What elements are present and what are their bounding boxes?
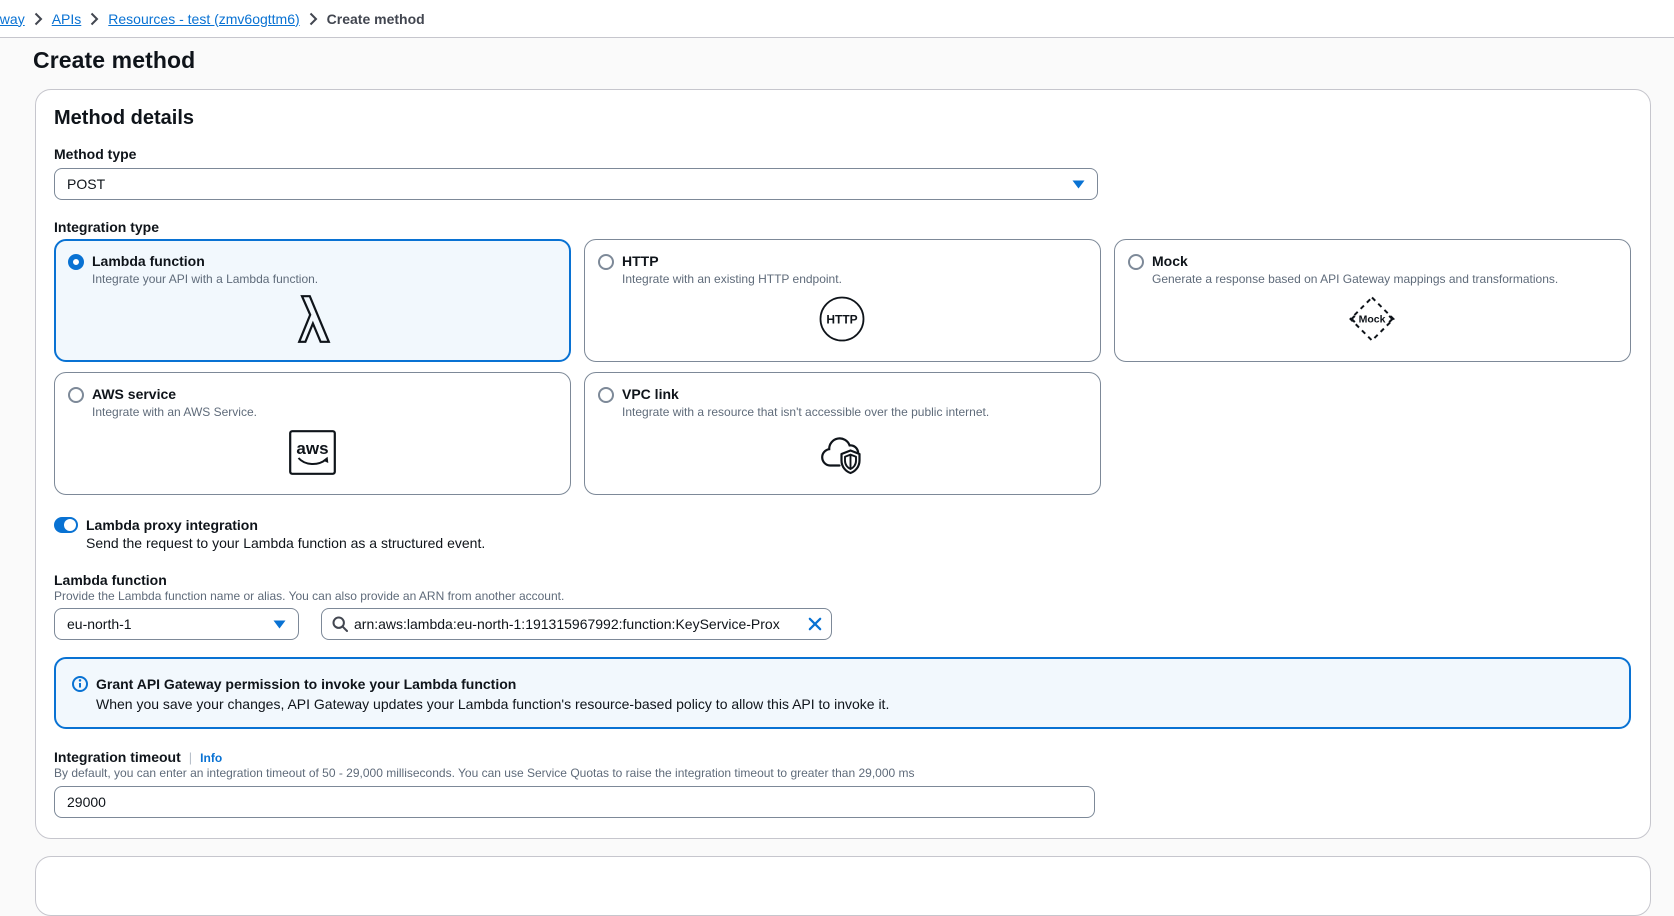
tile-description: Generate a response based on API Gateway… [1152, 271, 1616, 287]
integration-timeout-description: By default, you can enter an integration… [54, 767, 1631, 780]
aws-service-icon: aws [289, 430, 336, 475]
radio-vpc-link[interactable] [598, 387, 614, 403]
tile-label: VPC link [622, 385, 679, 403]
radio-http[interactable] [598, 254, 614, 270]
svg-text:Mock: Mock [1359, 314, 1386, 326]
lambda-proxy-description: Send the request to your Lambda function… [86, 534, 1631, 552]
integration-timeout-field: Integration timeout | Info By default, y… [54, 748, 1631, 818]
chevron-right-icon [34, 12, 43, 26]
method-type-select[interactable]: POST [54, 168, 1098, 200]
lambda-function-label: Lambda function [54, 571, 1631, 589]
integration-type-label: Integration type [54, 218, 1631, 236]
breadcrumb-bar: API Gateway APIs Resources - test (zmv6o… [0, 0, 1674, 38]
http-icon: HTTP [819, 296, 865, 342]
integration-timeout-input[interactable] [54, 786, 1095, 818]
radio-aws-service[interactable] [68, 387, 84, 403]
lambda-function-field: Lambda function Provide the Lambda funct… [54, 571, 1631, 640]
label-divider: | [189, 750, 192, 765]
tile-mock[interactable]: Mock Generate a response based on API Ga… [1114, 239, 1631, 362]
breadcrumb: API Gateway APIs Resources - test (zmv6o… [0, 11, 425, 27]
page-title: Create method [33, 46, 1651, 74]
integration-type-tiles: Lambda function Integrate your API with … [54, 239, 1631, 495]
lambda-proxy-field: Lambda proxy integration Send the reques… [54, 516, 1631, 552]
radio-mock[interactable] [1128, 254, 1144, 270]
info-link[interactable]: Info [200, 751, 222, 765]
radio-lambda-function[interactable] [68, 254, 84, 270]
next-section-card [35, 856, 1651, 916]
caret-down-icon [273, 620, 286, 629]
svg-text:HTTP: HTTP [826, 313, 857, 327]
caret-down-icon [1072, 180, 1085, 189]
tile-aws-service[interactable]: AWS service Integrate with an AWS Servic… [54, 372, 571, 495]
content-area: Create method Method details Method type… [0, 46, 1674, 916]
search-icon [332, 616, 348, 632]
svg-text:aws: aws [296, 439, 328, 458]
region-selected-value: eu-north-1 [67, 616, 132, 632]
chevron-right-icon [90, 12, 99, 26]
mock-icon: Mock [1347, 295, 1397, 343]
vpc-link-icon [819, 429, 865, 475]
breadcrumb-current: Create method [327, 11, 425, 27]
tile-description: Integrate with a resource that isn't acc… [622, 404, 1086, 420]
permission-info-alert: Grant API Gateway permission to invoke y… [54, 657, 1631, 729]
lambda-arn-input[interactable] [354, 616, 802, 632]
alert-title: Grant API Gateway permission to invoke y… [96, 674, 889, 694]
lambda-icon [293, 295, 331, 343]
breadcrumb-link-apis[interactable]: APIs [52, 11, 82, 27]
breadcrumb-link-resources[interactable]: Resources - test (zmv6ogttm6) [108, 11, 299, 27]
method-type-field: Method type POST [54, 145, 1631, 200]
tile-description: Integrate with an existing HTTP endpoint… [622, 271, 1086, 287]
method-type-label: Method type [54, 145, 1631, 163]
lambda-proxy-label: Lambda proxy integration [86, 516, 258, 534]
alert-text: When you save your changes, API Gateway … [96, 694, 889, 714]
lambda-function-description: Provide the Lambda function name or alia… [54, 590, 1631, 603]
integration-timeout-label: Integration timeout [54, 748, 181, 766]
tile-label: Lambda function [92, 252, 205, 270]
breadcrumb-link-api-gateway[interactable]: API Gateway [0, 11, 25, 27]
integration-type-field: Integration type Lambda function Integra… [54, 218, 1631, 495]
tile-description: Integrate with an AWS Service. [92, 404, 556, 420]
lambda-arn-search [321, 608, 832, 640]
tile-label: HTTP [622, 252, 659, 270]
method-type-selected-value: POST [67, 176, 105, 192]
tile-label: Mock [1152, 252, 1188, 270]
chevron-right-icon [309, 12, 318, 26]
method-details-heading: Method details [54, 106, 1631, 130]
info-icon [72, 676, 88, 692]
tile-http[interactable]: HTTP Integrate with an existing HTTP end… [584, 239, 1101, 362]
tile-description: Integrate your API with a Lambda functio… [92, 271, 556, 287]
tile-vpc-link[interactable]: VPC link Integrate with a resource that … [584, 372, 1101, 495]
clear-icon[interactable] [808, 617, 822, 631]
region-select[interactable]: eu-north-1 [54, 608, 299, 640]
lambda-proxy-toggle[interactable] [54, 517, 78, 533]
tile-lambda-function[interactable]: Lambda function Integrate your API with … [54, 239, 571, 362]
method-details-card: Method details Method type POST Integrat… [35, 89, 1651, 839]
tile-label: AWS service [92, 385, 176, 403]
